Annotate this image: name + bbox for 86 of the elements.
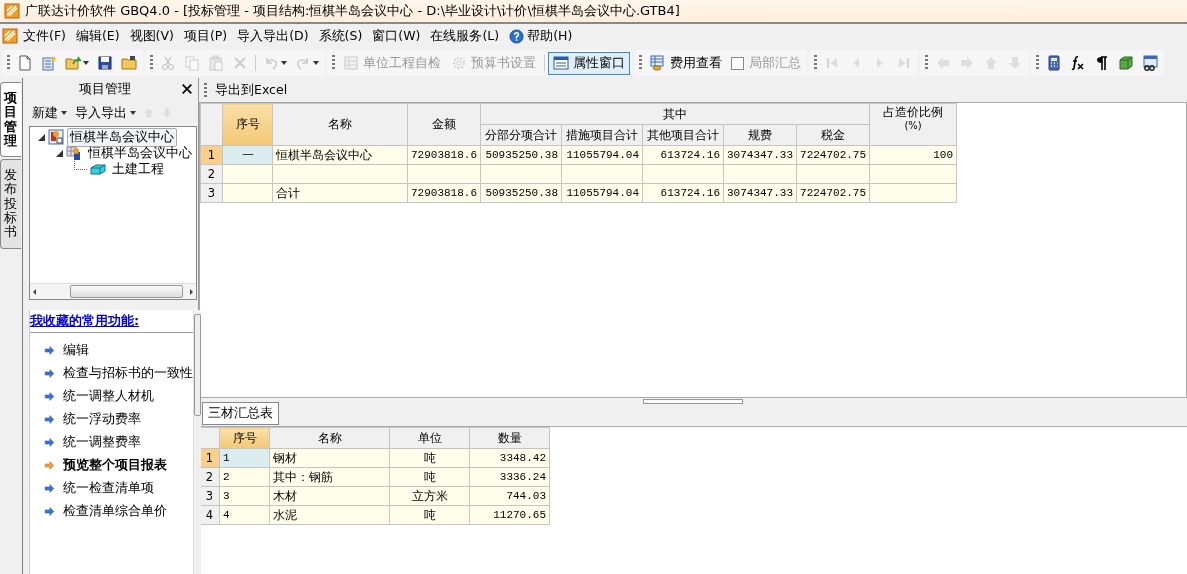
- right-arrow-icon: [959, 55, 975, 71]
- export-button[interactable]: 导出到Excel: [212, 79, 291, 101]
- caret-icon[interactable]: [61, 111, 67, 115]
- menu-item[interactable]: 系统(S): [313, 25, 368, 47]
- menu-item[interactable]: 文件(F): [18, 25, 71, 47]
- new-document-icon: [17, 55, 33, 71]
- arrow-icon: [44, 483, 55, 494]
- toolbar-button[interactable]: 费用查看: [645, 51, 727, 75]
- arrow-icon: [44, 506, 55, 517]
- window-title: 广联达计价软件 GBQ4.0 - [投标管理 - 项目结构:恒棋半岛会议中心 - D:\毕业设计\计价\恒棋半岛会议中心.GTB4]: [25, 2, 680, 20]
- tree-item[interactable]: 恒棋半岛会议中心: [67, 127, 177, 147]
- window-glasses-icon: [1142, 55, 1158, 71]
- favorite-link[interactable]: 检查与招标书的一致性: [44, 365, 193, 382]
- arrow-icon: [44, 460, 55, 471]
- column-header[interactable]: 序号: [222, 103, 273, 146]
- calculator-icon: [1046, 55, 1062, 71]
- settings-icon: [451, 55, 467, 71]
- window-icon: [553, 55, 569, 71]
- project-icon: [48, 129, 64, 145]
- splitter-handle[interactable]: [643, 398, 743, 404]
- horizontal-scrollbar[interactable]: [30, 283, 196, 299]
- undo-icon: [263, 55, 279, 71]
- paste-icon: [208, 55, 224, 71]
- down-arrow-icon: [1007, 55, 1023, 71]
- cut-icon: [160, 55, 176, 71]
- folder-icon: [121, 55, 137, 71]
- cube-icon: [1118, 55, 1134, 71]
- tab[interactable]: 三材汇总表: [202, 402, 279, 425]
- menu-button[interactable]: 新建: [31, 103, 68, 123]
- favorite-link[interactable]: 统一浮动费率: [44, 411, 193, 428]
- favorite-link[interactable]: 检查清单综合单价: [44, 503, 193, 520]
- expander-icon[interactable]: [38, 133, 45, 141]
- menu-item[interactable]: 视图(V): [124, 25, 179, 47]
- column-header[interactable]: 数量: [469, 427, 550, 449]
- last-icon: [896, 55, 912, 71]
- favorite-link[interactable]: 统一检查清单项: [44, 480, 193, 497]
- arrow-icon: [44, 345, 55, 356]
- column-header[interactable]: 名称: [269, 427, 390, 449]
- table-coins-icon: [650, 55, 666, 71]
- block-icon: [90, 161, 106, 177]
- help-icon: [509, 28, 525, 44]
- favorite-link[interactable]: 统一调整费率: [44, 434, 193, 451]
- favorite-link[interactable]: 编辑: [44, 342, 193, 359]
- arrow-icon: [44, 368, 55, 379]
- copy-icon: [184, 55, 200, 71]
- column-header[interactable]: 金额: [407, 103, 481, 146]
- caret-icon[interactable]: [83, 61, 89, 65]
- caret-icon[interactable]: [130, 111, 136, 115]
- save-icon: [97, 55, 113, 71]
- left-arrow-icon: [935, 55, 951, 71]
- arrow-icon: [44, 437, 55, 448]
- arrow-icon: [44, 391, 55, 402]
- menu-item[interactable]: 编辑(E): [70, 25, 125, 47]
- favorite-link[interactable]: 预览整个项目报表: [44, 457, 193, 474]
- menu-button[interactable]: 导入导出: [74, 103, 137, 123]
- delete-icon: [232, 55, 248, 71]
- building-icon: [66, 145, 82, 161]
- panel-title: 项目管理: [78, 80, 132, 98]
- column-header[interactable]: 其中: [480, 103, 870, 125]
- menu-item[interactable]: 项目(P): [178, 25, 233, 47]
- column-header[interactable]: 单位: [389, 427, 470, 449]
- first-icon: [824, 55, 840, 71]
- column-header[interactable]: 占造价比例 (%): [869, 103, 957, 146]
- menu-item[interactable]: 帮助(H): [504, 25, 578, 47]
- column-header[interactable]: 序号: [219, 427, 270, 449]
- menu-item[interactable]: 在线服务(L): [425, 25, 505, 47]
- close-icon[interactable]: [181, 83, 193, 95]
- menu-item[interactable]: 导入导出(D): [232, 25, 314, 47]
- grid-icon: [343, 55, 359, 71]
- toolbar-button[interactable]: 属性窗口: [548, 51, 630, 75]
- logo-icon: [4, 3, 20, 19]
- redo-icon: [295, 55, 311, 71]
- formula-icon: [1070, 55, 1086, 71]
- menu-item[interactable]: 窗口(W): [367, 25, 426, 47]
- side-tab[interactable]: 项目管理: [0, 82, 21, 158]
- side-tab[interactable]: 发布投标书: [0, 159, 21, 249]
- favorite-link[interactable]: 统一调整人材机: [44, 388, 193, 405]
- pilcrow-icon: [1094, 55, 1110, 71]
- open-folder-icon: [65, 55, 81, 71]
- arrow-icon: [44, 414, 55, 425]
- scrollbar-thumb[interactable]: [70, 285, 183, 298]
- up-arrow-icon: [983, 55, 999, 71]
- expander-icon[interactable]: [56, 149, 63, 157]
- logo-icon[interactable]: [2, 28, 18, 44]
- scrollbar-thumb[interactable]: [194, 314, 201, 416]
- column-header[interactable]: 名称: [272, 103, 408, 146]
